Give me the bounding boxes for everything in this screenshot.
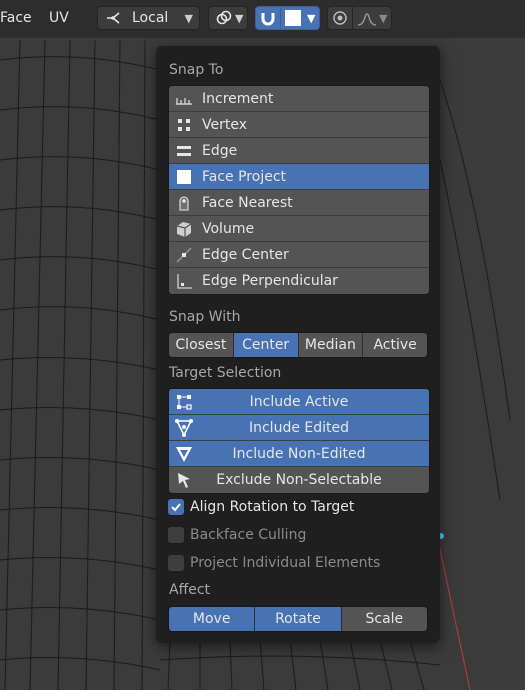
align-rotation-checkbox[interactable] [168, 499, 184, 515]
orientation-icon [104, 10, 124, 26]
chevron-down-icon: ▼ [184, 11, 193, 25]
snap-with-active[interactable]: Active [363, 333, 427, 357]
volume-icon [174, 219, 194, 239]
snapping-popover: Snap To Increment Vertex Edge Face Proje… [156, 46, 440, 643]
affect-move[interactable]: Move [169, 607, 256, 631]
viewport-header: Face UV Local ▼ ▼ ▼ ▼ [0, 0, 525, 38]
exclude-non-selectable-toggle[interactable]: Exclude Non-Selectable [169, 467, 429, 493]
include-active-label: Include Active [249, 393, 349, 410]
snap-to-volume-label: Volume [202, 220, 255, 237]
backface-culling-checkbox[interactable] [168, 527, 184, 543]
include-non-edited-label: Include Non-Edited [232, 445, 366, 462]
align-rotation-checkbox-row[interactable]: Align Rotation to Target [168, 496, 354, 518]
snap-to-vertex-label: Vertex [202, 116, 248, 133]
affect-scale[interactable]: Scale [341, 607, 427, 631]
proportional-toggle-button[interactable] [327, 6, 353, 30]
face-project-icon [285, 10, 301, 26]
proportional-editing-dropdown[interactable]: ▼ [208, 6, 248, 30]
uv-menu[interactable]: UV [49, 10, 69, 26]
edge-center-icon [174, 245, 194, 265]
magnet-icon [259, 9, 277, 27]
include-active-icon [174, 392, 194, 412]
vertex-icon [174, 115, 194, 135]
transform-orientation-dropdown[interactable]: Local ▼ [97, 6, 200, 30]
exclude-non-selectable-label: Exclude Non-Selectable [216, 472, 382, 488]
snap-to-list: Increment Vertex Edge Face Project Face … [168, 85, 430, 295]
chevron-down-icon: ▼ [235, 11, 244, 25]
snap-with-closest[interactable]: Closest [169, 333, 234, 357]
proportional-icon [332, 10, 348, 26]
snap-to-edge-perpendicular-label: Edge Perpendicular [202, 273, 338, 289]
project-individual-elements-checkbox[interactable] [168, 555, 184, 571]
falloff-curve-icon [357, 10, 377, 26]
orientation-value: Local [132, 10, 169, 26]
link-icon [215, 9, 233, 27]
face-menu[interactable]: Face [0, 10, 32, 26]
include-active-toggle[interactable]: Include Active [169, 389, 429, 415]
project-individual-elements-label: Project Individual Elements [190, 555, 381, 571]
snap-with-label: Snap With [169, 309, 241, 325]
snap-to-vertex[interactable]: Vertex [169, 112, 429, 138]
affect-rotate[interactable]: Rotate [255, 607, 342, 631]
include-edited-icon [174, 418, 194, 438]
snap-to-face-project-label: Face Project [202, 168, 287, 185]
align-rotation-label: Align Rotation to Target [190, 499, 355, 515]
project-individual-elements-checkbox-row[interactable]: Project Individual Elements [168, 552, 380, 574]
snap-to-increment-label: Increment [202, 90, 274, 107]
cursor-arrow-icon [174, 470, 194, 490]
include-edited-toggle[interactable]: Include Edited [169, 415, 429, 441]
snap-to-volume[interactable]: Volume [169, 216, 429, 242]
face-project-icon [174, 167, 194, 187]
snap-toggle-button[interactable] [255, 6, 281, 30]
snap-to-edge-label: Edge [202, 142, 238, 159]
edge-perpendicular-icon [174, 271, 194, 291]
snap-with-selector: Closest Center Median Active [168, 332, 428, 358]
snap-to-face-nearest[interactable]: Face Nearest [169, 190, 429, 216]
snap-to-edge[interactable]: Edge [169, 138, 429, 164]
affect-selector: Move Rotate Scale [168, 606, 428, 632]
target-selection-label: Target Selection [169, 365, 282, 381]
snap-to-label: Snap To [169, 62, 224, 78]
increment-icon [174, 89, 194, 109]
chevron-down-icon: ▼ [379, 11, 388, 25]
chevron-down-icon: ▼ [307, 11, 316, 25]
snap-to-increment[interactable]: Increment [169, 86, 429, 112]
snap-to-face-nearest-label: Face Nearest [202, 194, 293, 211]
include-non-edited-icon [174, 444, 194, 464]
snap-with-median[interactable]: Median [298, 333, 364, 357]
snap-target-dropdown[interactable]: ▼ [280, 6, 320, 30]
snap-with-center[interactable]: Center [233, 333, 299, 357]
face-nearest-icon [174, 193, 194, 213]
snap-to-edge-center-label: Edge Center [202, 246, 289, 263]
affect-label: Affect [169, 582, 211, 598]
snap-to-edge-center[interactable]: Edge Center [169, 242, 429, 268]
snap-to-edge-perpendicular[interactable]: Edge Perpendicular [169, 268, 429, 294]
include-edited-label: Include Edited [248, 419, 350, 436]
include-non-edited-toggle[interactable]: Include Non-Edited [169, 441, 429, 467]
backface-culling-label: Backface Culling [190, 527, 307, 543]
falloff-dropdown[interactable]: ▼ [352, 6, 392, 30]
target-selection-list: Include Active Include Edited Include No… [168, 388, 430, 494]
backface-culling-checkbox-row[interactable]: Backface Culling [168, 524, 306, 546]
edge-icon [174, 141, 194, 161]
snap-to-face-project[interactable]: Face Project [169, 164, 429, 190]
